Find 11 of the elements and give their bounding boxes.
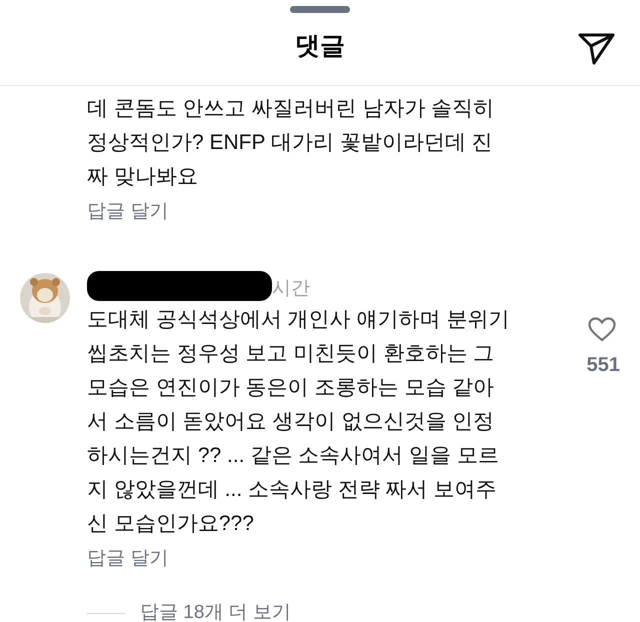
header-title: 댓글 [295, 30, 345, 62]
like-count: 551 [586, 352, 620, 378]
comment-text: 데 콘돔도 안쓰고 싸질러버린 남자가 솔직히 정상적인가? ENFP 대가리 꽃밭이라던데 진 짜 맞나봐요 [87, 96, 494, 190]
drag-handle[interactable] [290, 6, 350, 13]
send-icon[interactable] [578, 32, 616, 66]
reply-link[interactable]: 답글 달기 [87, 544, 168, 573]
heart-icon[interactable] [588, 316, 616, 342]
view-more-replies-link[interactable]: 답글 18개 더 보기 [140, 599, 291, 622]
comment-time: 시간 [272, 276, 310, 300]
comment-text: 도대체 공식석상에서 개인사 얘기하며 분위기 씹초치는 정우성 보고 미친듯이 환호하는 그 모습은 연진이가 동은이 조롱하는 모습 같아 서 소름이 돋았어요 생각이 없으신것을 인정 하시는건지 ?? ... 같은 소속사여서 일을 모르 지 않았을껀데 ... 소속사랑 전략 짜서 보여주 신 모습인가요??? [87, 306, 510, 536]
reply-link[interactable]: 답글 달기 [87, 198, 168, 226]
